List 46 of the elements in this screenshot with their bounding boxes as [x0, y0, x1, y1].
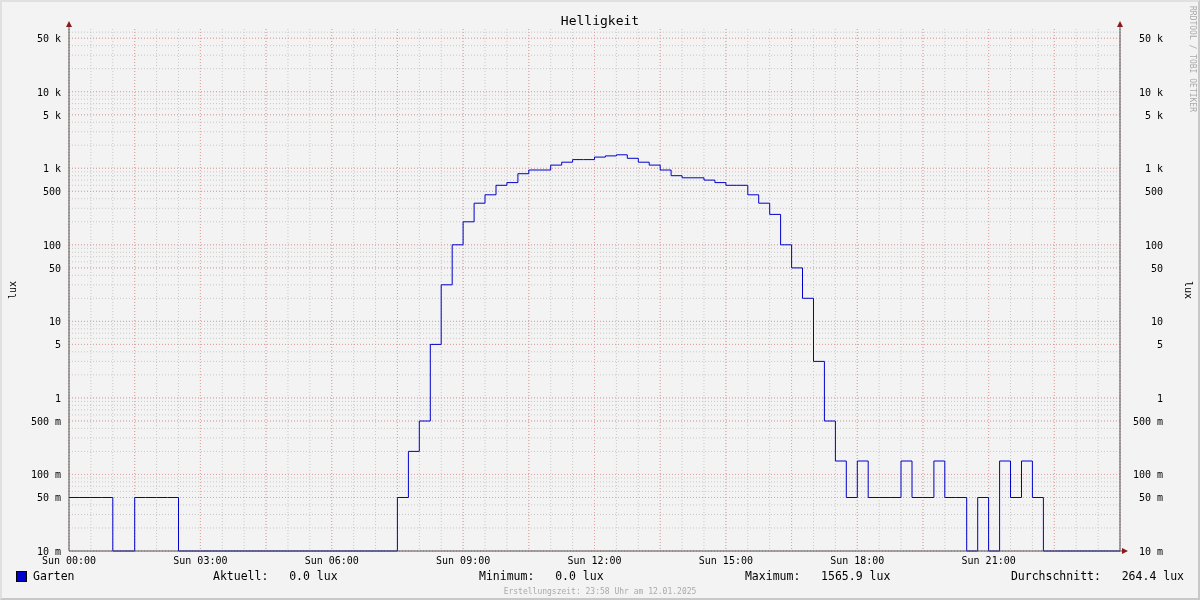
axis-tick-label: 50 k — [36, 33, 61, 45]
axis-tick-label: Sun 06:00 — [304, 555, 359, 564]
credit-text: RRDTOOL / TOBI OETIKER — [1188, 6, 1197, 112]
axis-tick-label: 10 — [48, 316, 61, 328]
legend-label: Garten — [33, 569, 76, 583]
axis-tick-label: Sun 15:00 — [698, 555, 753, 564]
axis-tick-label: Sun 00:00 — [41, 555, 97, 564]
legend-stat: Maximum: 1565.9 lux — [744, 569, 892, 583]
axis-tick-label: 10 m — [36, 546, 61, 557]
axis-tick-label: 100 — [1144, 239, 1163, 251]
axis-tick-label: 10 k — [36, 86, 61, 98]
axis-tick-label: 1 — [54, 392, 61, 404]
axis-tick-label: 500 m — [30, 415, 61, 427]
axis-tick-label: 50 m — [36, 492, 61, 504]
axis-tick-label: 1 — [1156, 392, 1163, 404]
footer-text: Erstellungszeit: 23:58 Uhr am 12.01.2025 — [502, 587, 698, 596]
axis-tick-label: 5 k — [1144, 109, 1163, 121]
legend-stat: Minimum: 0.0 lux — [478, 569, 605, 583]
axis-tick-label: 50 — [1150, 262, 1163, 274]
axis-tick-label: 5 k — [42, 109, 61, 121]
legend-stat: Durchschnitt: 264.4 lux — [1010, 569, 1184, 583]
legend-stat: Aktuell: 0.0 lux — [213, 569, 339, 583]
axis-label: lux — [1183, 280, 1194, 300]
axis-tick-label: 50 k — [1138, 33, 1163, 45]
axis-tick-label: 5 — [1156, 339, 1163, 351]
axis-tick-label: 5 — [54, 339, 61, 351]
axis-tick-label: Sun 18:00 — [830, 555, 885, 564]
axis-tick-label: Sun 12:00 — [567, 555, 622, 564]
chart-title: Helligkeit — [560, 13, 640, 28]
axis-tick-label: 500 m — [1132, 415, 1163, 427]
axis-label: lux — [7, 280, 18, 300]
axis-tick-label: 100 m — [30, 469, 61, 481]
axis-tick-label: Sun 21:00 — [961, 555, 1016, 564]
axis-tick-label: 50 — [48, 262, 61, 274]
axis-tick-label: 1 k — [1144, 163, 1163, 175]
axis-tick-label: 10 k — [1138, 86, 1163, 98]
axis-tick-label: Sun 09:00 — [436, 555, 491, 564]
axis-tick-label: 500 — [42, 186, 61, 198]
axis-tick-label: 10 — [1150, 316, 1163, 328]
axis-tick-label: 10 m — [1138, 546, 1163, 557]
axis-tick-label: 100 m — [1132, 469, 1163, 481]
axis-tick-label: 100 — [42, 239, 61, 251]
axis-tick-label: 1 k — [42, 163, 61, 175]
axis-tick-label: Sun 03:00 — [173, 555, 228, 564]
axis-tick-label: 500 — [1144, 186, 1163, 198]
axis-tick-label: 50 m — [1138, 492, 1163, 504]
